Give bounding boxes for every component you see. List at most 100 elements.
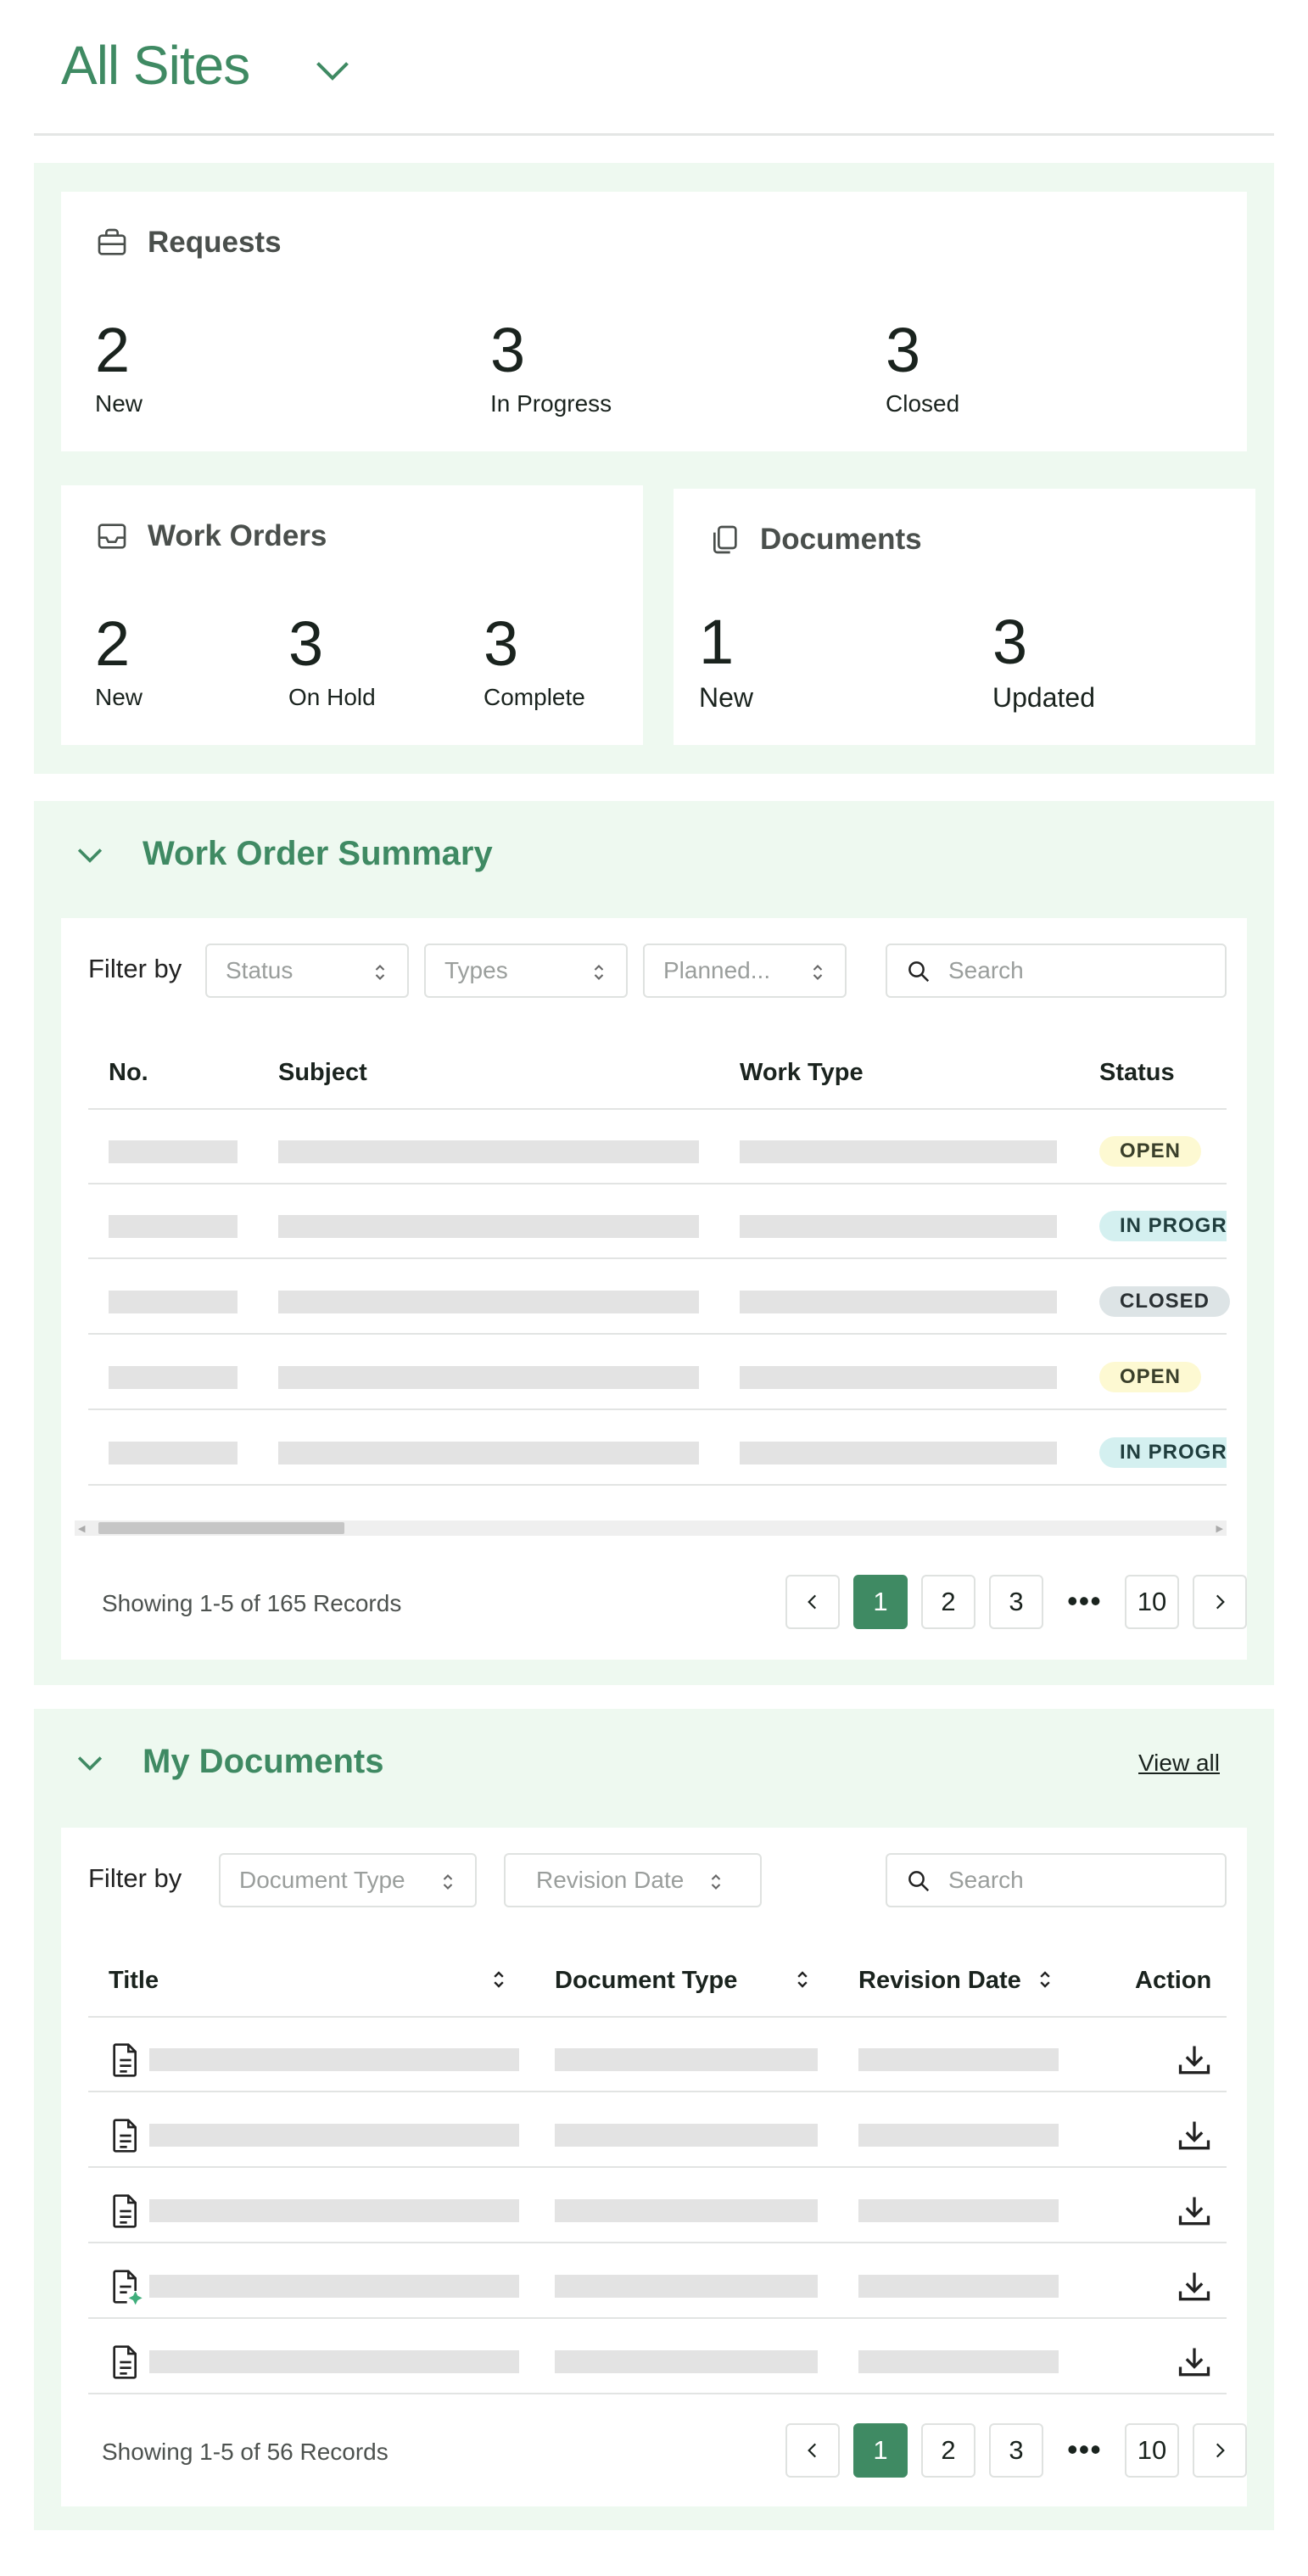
column-header-subject[interactable]: Subject (278, 1059, 367, 1087)
pagination-page-3[interactable]: 3 (989, 1575, 1043, 1629)
view-all-link[interactable]: View all (1138, 1750, 1220, 1777)
copy-documents-icon (713, 525, 737, 554)
download-icon[interactable] (1176, 2041, 1213, 2079)
scroll-right-arrow-icon[interactable]: ▶ (1216, 1523, 1223, 1534)
pagination-next-button[interactable] (1193, 2423, 1247, 2478)
skeleton-cell (555, 2275, 818, 2298)
sort-icon[interactable] (1038, 1968, 1052, 1991)
summary-panel: Requests 2 New 3 In Progress 3 Closed Wo… (34, 163, 1274, 774)
pagination-page-1[interactable]: 1 (853, 1575, 908, 1629)
pagination-ellipsis: ••• (1067, 1583, 1102, 1618)
documents-card: Documents 1 New 3 Updated (674, 489, 1255, 745)
download-icon[interactable] (1176, 2344, 1213, 2381)
page-header: All Sites (34, 0, 1274, 136)
skeleton-cell (555, 2350, 818, 2373)
skeleton-cell (858, 2275, 1059, 2298)
skeleton-cell (109, 1215, 238, 1238)
pagination-page-2[interactable]: 2 (921, 1575, 975, 1629)
document-new-icon (113, 2270, 143, 2305)
requests-stat-in-progress: 3 In Progress (490, 315, 612, 417)
table-divider (88, 2091, 1227, 2092)
planned-filter-select[interactable]: Planned... (643, 944, 847, 998)
skeleton-cell (149, 2124, 519, 2147)
skeleton-cell (555, 2048, 818, 2071)
pagination-page-3[interactable]: 3 (989, 2423, 1043, 2478)
skeleton-cell (858, 2199, 1059, 2222)
skeleton-cell (740, 1140, 1057, 1163)
briefcase-icon (98, 228, 126, 255)
download-icon[interactable] (1176, 2192, 1213, 2230)
pagination-page-2[interactable]: 2 (921, 2423, 975, 2478)
pagination-page-1[interactable]: 1 (853, 2423, 908, 2478)
column-header-no[interactable]: No. (109, 1059, 148, 1087)
filter-label: Filter by (88, 1863, 182, 1893)
document-icon (113, 2194, 137, 2228)
download-icon[interactable] (1176, 2117, 1213, 2154)
pagination-prev-button[interactable] (785, 2423, 840, 2478)
sort-caret-icon (443, 1874, 453, 1890)
documents-stat-updated: 3 Updated (992, 607, 1095, 714)
sort-icon[interactable] (796, 1968, 809, 1991)
status-badge: OPEN (1099, 1362, 1202, 1392)
status-badge: IN PROGRESS (1099, 1211, 1227, 1241)
documents-stat-new: 1 New (699, 607, 754, 714)
document-type-filter-select[interactable]: Document Type (219, 1853, 477, 1907)
pagination-page-last[interactable]: 10 (1125, 2423, 1179, 2478)
search-icon (908, 1871, 930, 1892)
document-icon (113, 2345, 137, 2379)
revision-date-filter-select[interactable]: Revision Date (504, 1853, 762, 1907)
skeleton-cell (858, 2350, 1059, 2373)
table-divider (88, 2242, 1227, 2243)
documents-table-card: Filter by Document Type Revision Date Se… (61, 1828, 1247, 2506)
skeleton-cell (278, 1366, 699, 1389)
sort-caret-icon (813, 965, 823, 980)
my-documents-header[interactable]: My Documents (71, 1743, 384, 1781)
sort-icon[interactable] (492, 1968, 506, 1991)
status-filter-select[interactable]: Status (205, 944, 409, 998)
skeleton-cell (858, 2124, 1059, 2147)
column-header-revision-date[interactable]: Revision Date (858, 1967, 1021, 1995)
work-order-summary-header[interactable]: Work Order Summary (71, 835, 493, 873)
records-count: Showing 1-5 of 165 Records (102, 1590, 402, 1616)
skeleton-cell (555, 2124, 818, 2147)
chevron-right-icon (1216, 1594, 1225, 1610)
sort-caret-icon (375, 965, 385, 980)
scroll-left-arrow-icon[interactable]: ◀ (78, 1523, 85, 1534)
status-badge: IN PROGRESS (1099, 1437, 1227, 1468)
pagination-page-last[interactable]: 10 (1125, 1575, 1179, 1629)
documents-search-input[interactable]: Search (886, 1853, 1227, 1907)
column-header-document-type[interactable]: Document Type (555, 1967, 737, 1995)
column-header-action: Action (1135, 1967, 1212, 1994)
types-filter-select[interactable]: Types (424, 944, 628, 998)
site-title: All Sites (61, 35, 250, 96)
column-header-work-type[interactable]: Work Type (740, 1059, 864, 1087)
records-count: Showing 1-5 of 56 Records (102, 2439, 388, 2465)
document-icon (113, 2119, 137, 2153)
chevron-down-icon[interactable] (307, 44, 358, 95)
skeleton-cell (149, 2275, 519, 2298)
work-orders-stat-new: 2 New (95, 608, 143, 711)
table-divider (88, 1484, 1227, 1486)
column-header-title[interactable]: Title (109, 1967, 159, 1995)
chevron-down-icon[interactable] (71, 1744, 109, 1781)
work-order-search-input[interactable]: Search (886, 944, 1227, 998)
scrollbar-thumb[interactable] (98, 1522, 344, 1534)
requests-card: Requests 2 New 3 In Progress 3 Closed (61, 192, 1247, 451)
download-icon[interactable] (1176, 2268, 1213, 2305)
chevron-down-icon[interactable] (71, 836, 109, 873)
column-header-status[interactable]: Status (1099, 1059, 1175, 1087)
work-orders-card: Work Orders 2 New 3 On Hold 3 Complete (61, 485, 643, 745)
skeleton-cell (740, 1366, 1057, 1389)
documents-title: Documents (707, 523, 922, 557)
skeleton-cell (740, 1291, 1057, 1313)
horizontal-scrollbar[interactable]: ◀ ▶ (75, 1520, 1227, 1536)
chevron-right-icon (1216, 2443, 1225, 2458)
pagination-prev-button[interactable] (785, 1575, 840, 1629)
pagination-next-button[interactable] (1193, 1575, 1247, 1629)
table-divider (88, 1183, 1227, 1184)
work-orders-title: Work Orders (95, 519, 327, 553)
sort-caret-icon (594, 965, 604, 980)
chevron-left-icon (808, 1594, 817, 1610)
search-icon (908, 961, 930, 983)
table-divider (88, 2016, 1227, 2018)
